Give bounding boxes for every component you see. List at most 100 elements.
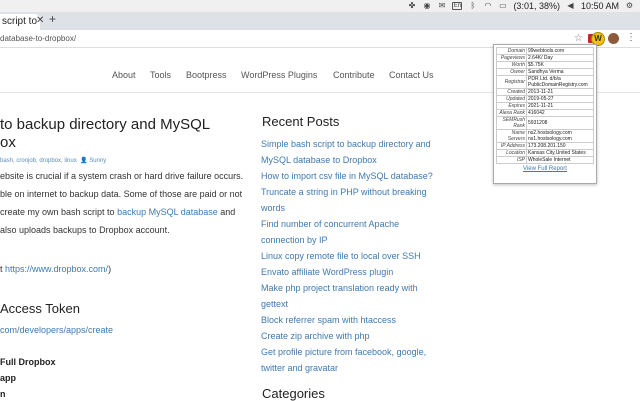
website-info-table: Domain 99webtools.com Pageviews 2.64K/ Day W… <box>496 47 594 164</box>
chat-icon[interactable]: ◉ <box>422 2 431 10</box>
info-row: IP Address 173.208.201.150 <box>496 142 594 150</box>
nav-contact-us[interactable]: Contact Us <box>389 70 434 80</box>
info-row: Updated 2019-05-27 <box>496 95 594 103</box>
mail-icon[interactable]: ✉ <box>437 2 446 10</box>
p1-line3-tail: and <box>217 207 236 217</box>
view-full-report-link[interactable]: View Full Report <box>496 166 594 172</box>
recent-posts-heading: Recent Posts <box>262 114 340 129</box>
new-tab-button[interactable]: + <box>49 13 56 25</box>
dropbox-link[interactable]: https://www.dropbox.com/ <box>5 264 108 274</box>
dropbox-icon[interactable]: ✤ <box>407 2 416 10</box>
info-row: Created 2013-11-21 <box>496 88 594 96</box>
battery-icon[interactable]: ▭ <box>498 2 507 10</box>
active-tab[interactable]: script to <box>0 14 40 30</box>
address-bar-url[interactable]: database-to-dropbox/ <box>0 33 76 45</box>
info-key: Expires <box>496 102 527 110</box>
system-tray: ✤ ◉ ✉ En ᛒ ◠ ▭ (3:01, 38%) ◀ 10:50 AM ⚙ <box>407 0 634 12</box>
website-info-popup: Domain 99webtools.com Pageviews 2.64K/ Day W… <box>493 44 597 184</box>
keyboard-layout-indicator[interactable]: En <box>452 2 463 10</box>
recent-posts-list: Simple bash script to backup directory a… <box>261 136 441 376</box>
recent-post-link[interactable]: Block referrer spam with htaccess <box>261 312 441 328</box>
info-key: Pageviews <box>496 54 527 62</box>
section-heading-access-token: Access Token <box>0 301 80 316</box>
recent-post-link[interactable]: Simple bash script to backup directory a… <box>261 136 441 152</box>
recent-post-link[interactable]: MySQL database to Dropbox <box>261 152 441 168</box>
recent-post-link[interactable]: gettext <box>261 296 441 312</box>
recent-post-link[interactable]: Linux copy remote file to local over SSH <box>261 248 441 264</box>
bookmark-star-icon[interactable]: ☆ <box>574 33 583 44</box>
article-tags[interactable]: bash, cronjob, dropbox, linux <box>0 158 77 164</box>
clock[interactable]: 10:50 AM <box>581 1 619 11</box>
recent-post-link[interactable]: twitter and gravatar <box>261 360 441 376</box>
nav-bootpress[interactable]: Bootpress <box>186 70 227 80</box>
nav-wordpress-plugins[interactable]: WordPress Plugins <box>241 70 317 80</box>
info-key: Updated <box>496 95 527 103</box>
info-value: PDR Ltd. d/b/a PublicDomainRegistry.com <box>526 75 594 89</box>
os-top-bar: ✤ ◉ ✉ En ᛒ ◠ ▭ (3:01, 38%) ◀ 10:50 AM ⚙ <box>0 0 640 12</box>
info-value: ns2.hostsology.com ns1.hostsology.com <box>526 129 594 143</box>
info-key: Alexa Rank <box>496 109 527 117</box>
info-key: IP Address <box>496 142 527 150</box>
recent-post-link[interactable]: Make php project translation ready with <box>261 280 441 296</box>
info-key: Registrar <box>496 75 527 89</box>
info-row: Worth $5.75K <box>496 61 594 69</box>
p1-line2: ble on internet to backup data. Some of … <box>0 189 243 199</box>
info-key: Worth <box>496 61 527 69</box>
recent-post-link[interactable]: Truncate a string in PHP without breakin… <box>261 184 441 200</box>
info-row: Location Kansas City,United States <box>496 149 594 157</box>
backup-mysql-database-link[interactable]: backup MySQL database <box>117 207 218 217</box>
info-row: Expires 2021-11-21 <box>496 102 594 110</box>
bluetooth-icon[interactable]: ᛒ <box>468 2 477 10</box>
recent-post-link[interactable]: words <box>261 200 441 216</box>
recent-post-link[interactable]: connection by IP <box>261 232 441 248</box>
article-paragraph-1: ebsite is crucial if a system crash or h… <box>0 170 250 237</box>
wifi-icon[interactable]: ◠ <box>483 2 492 10</box>
p1-line1: ebsite is crucial if a system crash or h… <box>0 171 244 181</box>
p1-line3: create my own bash script to backup MySQ… <box>0 206 250 224</box>
recent-post-link[interactable]: How to import csv file in MySQL database… <box>261 168 441 184</box>
article-meta: bash, cronjob, dropbox, linux 👤 Sunny <box>0 155 106 168</box>
info-row: Owner Sandhya Verma <box>496 68 594 76</box>
p1-line3-text: create my own bash script to <box>0 207 118 217</box>
info-value: 2013-11-21 <box>526 88 594 96</box>
p2-suffix: ) <box>108 264 112 274</box>
info-row: Pageviews 2.64K/ Day <box>496 54 594 62</box>
recent-post-link[interactable]: Find number of concurrent Apache <box>261 216 441 232</box>
recent-post-link[interactable]: Envato affiliate WordPress plugin <box>261 264 441 280</box>
tab-strip: script to ✕ <box>0 12 640 30</box>
volume-icon[interactable]: ◀ <box>566 2 575 10</box>
info-value: 5931208 <box>526 116 594 130</box>
profile-avatar[interactable] <box>608 33 619 44</box>
info-value: 2021-11-21 <box>526 102 594 110</box>
info-key: ISP <box>496 156 527 164</box>
article-author[interactable]: Sunny <box>89 158 106 164</box>
info-key: Created <box>496 88 527 96</box>
info-value: Sandhya Verma <box>526 68 594 76</box>
info-row: SEMRush Rank 5931208 <box>496 116 594 130</box>
nav-about[interactable]: About <box>112 70 136 80</box>
list-item-app: app <box>0 373 17 383</box>
info-key: Owner <box>496 68 527 76</box>
nav-tools[interactable]: Tools <box>150 70 171 80</box>
dropbox-developers-link[interactable]: com/developers/apps/create <box>0 324 113 337</box>
p1-line4: also uploads backups to Dropbox account. <box>0 225 170 235</box>
settings-icon[interactable]: ⚙ <box>625 2 634 10</box>
battery-status: (3:01, 38%) <box>513 1 560 11</box>
info-value: Kansas City,United States <box>526 149 594 157</box>
info-key: Location <box>496 149 527 157</box>
info-row: Name Servers ns2.hostsology.com ns1.hosts… <box>496 129 594 143</box>
info-value: 2019-05-27 <box>526 95 594 103</box>
nav-contribute[interactable]: Contribute <box>333 70 375 80</box>
info-key: SEMRush Rank <box>496 116 527 130</box>
info-value: 416042 <box>526 109 594 117</box>
info-row: Domain 99webtools.com <box>496 47 594 55</box>
info-row: ISP WholeSale Internet <box>496 156 594 164</box>
info-key: Name Servers <box>496 129 527 143</box>
info-value: WholeSale Internet <box>526 156 594 164</box>
browser-menu-icon[interactable]: ⋮ <box>626 32 636 44</box>
categories-heading: Categories <box>262 386 325 401</box>
recent-post-link[interactable]: Create zip archive with php <box>261 328 441 344</box>
info-row: Registrar PDR Ltd. d/b/a PublicDomainRegi… <box>496 75 594 89</box>
tab-close-icon[interactable]: ✕ <box>36 16 44 26</box>
recent-post-link[interactable]: Get profile picture from facebook, googl… <box>261 344 441 360</box>
